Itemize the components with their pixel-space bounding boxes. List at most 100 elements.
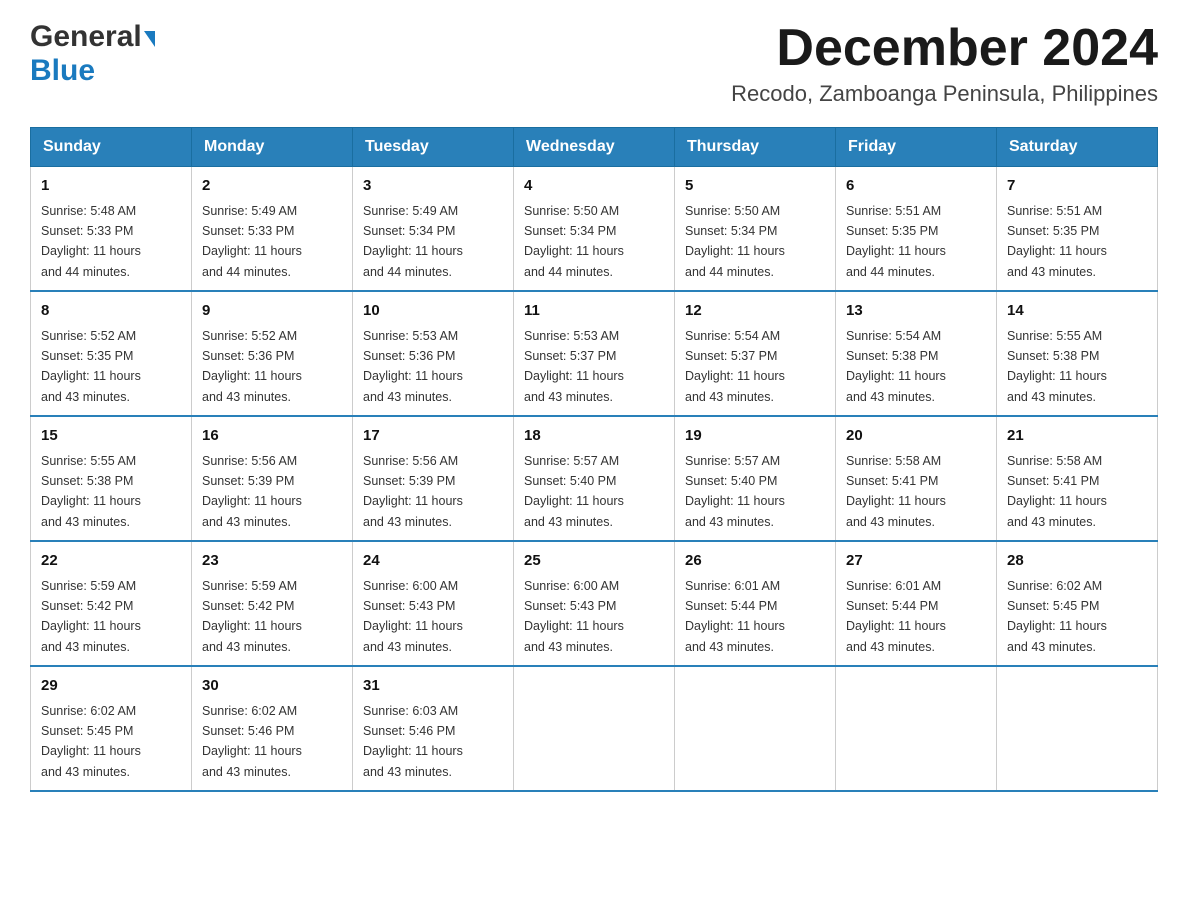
logo-general: General (30, 20, 155, 54)
day-number: 23 (202, 550, 342, 573)
calendar-cell: 19 Sunrise: 5:57 AMSunset: 5:40 PMDaylig… (675, 416, 836, 541)
day-number: 8 (41, 300, 181, 323)
day-number: 26 (685, 550, 825, 573)
logo-blue: Blue (30, 54, 95, 88)
day-number: 6 (846, 175, 986, 198)
calendar-cell: 30 Sunrise: 6:02 AMSunset: 5:46 PMDaylig… (192, 666, 353, 791)
calendar-cell: 11 Sunrise: 5:53 AMSunset: 5:37 PMDaylig… (514, 291, 675, 416)
page-header: General Blue December 2024 Recodo, Zambo… (30, 20, 1158, 107)
day-info: Sunrise: 5:55 AMSunset: 5:38 PMDaylight:… (41, 454, 141, 529)
calendar-cell: 12 Sunrise: 5:54 AMSunset: 5:37 PMDaylig… (675, 291, 836, 416)
day-info: Sunrise: 6:02 AMSunset: 5:45 PMDaylight:… (1007, 579, 1107, 654)
day-info: Sunrise: 5:56 AMSunset: 5:39 PMDaylight:… (363, 454, 463, 529)
day-number: 1 (41, 175, 181, 198)
calendar-cell (675, 666, 836, 791)
location-subtitle: Recodo, Zamboanga Peninsula, Philippines (731, 81, 1158, 107)
calendar-cell (514, 666, 675, 791)
day-info: Sunrise: 6:00 AMSunset: 5:43 PMDaylight:… (524, 579, 624, 654)
day-info: Sunrise: 6:01 AMSunset: 5:44 PMDaylight:… (846, 579, 946, 654)
calendar-cell: 16 Sunrise: 5:56 AMSunset: 5:39 PMDaylig… (192, 416, 353, 541)
calendar-cell: 21 Sunrise: 5:58 AMSunset: 5:41 PMDaylig… (997, 416, 1158, 541)
day-number: 30 (202, 675, 342, 698)
calendar-cell: 13 Sunrise: 5:54 AMSunset: 5:38 PMDaylig… (836, 291, 997, 416)
calendar-cell: 28 Sunrise: 6:02 AMSunset: 5:45 PMDaylig… (997, 541, 1158, 666)
day-number: 14 (1007, 300, 1147, 323)
day-number: 24 (363, 550, 503, 573)
day-number: 7 (1007, 175, 1147, 198)
calendar-cell: 8 Sunrise: 5:52 AMSunset: 5:35 PMDayligh… (31, 291, 192, 416)
day-info: Sunrise: 6:03 AMSunset: 5:46 PMDaylight:… (363, 704, 463, 779)
day-number: 17 (363, 425, 503, 448)
day-info: Sunrise: 5:51 AMSunset: 5:35 PMDaylight:… (1007, 204, 1107, 279)
day-info: Sunrise: 6:00 AMSunset: 5:43 PMDaylight:… (363, 579, 463, 654)
day-header-sunday: Sunday (31, 128, 192, 167)
day-number: 2 (202, 175, 342, 198)
calendar-cell: 24 Sunrise: 6:00 AMSunset: 5:43 PMDaylig… (353, 541, 514, 666)
calendar-week-row: 29 Sunrise: 6:02 AMSunset: 5:45 PMDaylig… (31, 666, 1158, 791)
calendar-cell: 4 Sunrise: 5:50 AMSunset: 5:34 PMDayligh… (514, 167, 675, 292)
day-info: Sunrise: 5:58 AMSunset: 5:41 PMDaylight:… (1007, 454, 1107, 529)
day-info: Sunrise: 5:52 AMSunset: 5:36 PMDaylight:… (202, 329, 302, 404)
day-number: 29 (41, 675, 181, 698)
day-info: Sunrise: 5:53 AMSunset: 5:36 PMDaylight:… (363, 329, 463, 404)
calendar-week-row: 1 Sunrise: 5:48 AMSunset: 5:33 PMDayligh… (31, 167, 1158, 292)
day-info: Sunrise: 5:50 AMSunset: 5:34 PMDaylight:… (524, 204, 624, 279)
day-info: Sunrise: 5:49 AMSunset: 5:34 PMDaylight:… (363, 204, 463, 279)
day-number: 20 (846, 425, 986, 448)
day-number: 15 (41, 425, 181, 448)
calendar-cell: 22 Sunrise: 5:59 AMSunset: 5:42 PMDaylig… (31, 541, 192, 666)
calendar-week-row: 15 Sunrise: 5:55 AMSunset: 5:38 PMDaylig… (31, 416, 1158, 541)
day-header-saturday: Saturday (997, 128, 1158, 167)
calendar-header-row: SundayMondayTuesdayWednesdayThursdayFrid… (31, 128, 1158, 167)
calendar-cell: 2 Sunrise: 5:49 AMSunset: 5:33 PMDayligh… (192, 167, 353, 292)
calendar-cell: 31 Sunrise: 6:03 AMSunset: 5:46 PMDaylig… (353, 666, 514, 791)
day-header-thursday: Thursday (675, 128, 836, 167)
day-header-monday: Monday (192, 128, 353, 167)
day-number: 19 (685, 425, 825, 448)
day-info: Sunrise: 5:51 AMSunset: 5:35 PMDaylight:… (846, 204, 946, 279)
day-info: Sunrise: 5:50 AMSunset: 5:34 PMDaylight:… (685, 204, 785, 279)
day-number: 5 (685, 175, 825, 198)
day-number: 21 (1007, 425, 1147, 448)
day-header-wednesday: Wednesday (514, 128, 675, 167)
day-info: Sunrise: 5:48 AMSunset: 5:33 PMDaylight:… (41, 204, 141, 279)
day-info: Sunrise: 5:59 AMSunset: 5:42 PMDaylight:… (202, 579, 302, 654)
calendar-cell (997, 666, 1158, 791)
day-info: Sunrise: 5:59 AMSunset: 5:42 PMDaylight:… (41, 579, 141, 654)
day-info: Sunrise: 5:52 AMSunset: 5:35 PMDaylight:… (41, 329, 141, 404)
day-info: Sunrise: 5:54 AMSunset: 5:37 PMDaylight:… (685, 329, 785, 404)
day-number: 28 (1007, 550, 1147, 573)
day-number: 11 (524, 300, 664, 323)
calendar-cell: 23 Sunrise: 5:59 AMSunset: 5:42 PMDaylig… (192, 541, 353, 666)
calendar-cell: 9 Sunrise: 5:52 AMSunset: 5:36 PMDayligh… (192, 291, 353, 416)
day-info: Sunrise: 6:01 AMSunset: 5:44 PMDaylight:… (685, 579, 785, 654)
day-info: Sunrise: 5:58 AMSunset: 5:41 PMDaylight:… (846, 454, 946, 529)
calendar-cell: 27 Sunrise: 6:01 AMSunset: 5:44 PMDaylig… (836, 541, 997, 666)
day-number: 27 (846, 550, 986, 573)
calendar-cell (836, 666, 997, 791)
day-number: 31 (363, 675, 503, 698)
calendar-cell: 7 Sunrise: 5:51 AMSunset: 5:35 PMDayligh… (997, 167, 1158, 292)
calendar-cell: 20 Sunrise: 5:58 AMSunset: 5:41 PMDaylig… (836, 416, 997, 541)
calendar-cell: 25 Sunrise: 6:00 AMSunset: 5:43 PMDaylig… (514, 541, 675, 666)
month-year-title: December 2024 (731, 20, 1158, 77)
day-number: 3 (363, 175, 503, 198)
logo: General Blue (30, 20, 155, 88)
day-info: Sunrise: 5:53 AMSunset: 5:37 PMDaylight:… (524, 329, 624, 404)
title-area: December 2024 Recodo, Zamboanga Peninsul… (731, 20, 1158, 107)
day-info: Sunrise: 5:49 AMSunset: 5:33 PMDaylight:… (202, 204, 302, 279)
day-info: Sunrise: 5:57 AMSunset: 5:40 PMDaylight:… (685, 454, 785, 529)
calendar-cell: 3 Sunrise: 5:49 AMSunset: 5:34 PMDayligh… (353, 167, 514, 292)
day-header-friday: Friday (836, 128, 997, 167)
day-number: 25 (524, 550, 664, 573)
day-info: Sunrise: 5:57 AMSunset: 5:40 PMDaylight:… (524, 454, 624, 529)
day-info: Sunrise: 6:02 AMSunset: 5:46 PMDaylight:… (202, 704, 302, 779)
day-number: 22 (41, 550, 181, 573)
calendar-week-row: 8 Sunrise: 5:52 AMSunset: 5:35 PMDayligh… (31, 291, 1158, 416)
calendar-cell: 17 Sunrise: 5:56 AMSunset: 5:39 PMDaylig… (353, 416, 514, 541)
calendar-cell: 26 Sunrise: 6:01 AMSunset: 5:44 PMDaylig… (675, 541, 836, 666)
day-number: 4 (524, 175, 664, 198)
calendar-cell: 10 Sunrise: 5:53 AMSunset: 5:36 PMDaylig… (353, 291, 514, 416)
calendar-cell: 14 Sunrise: 5:55 AMSunset: 5:38 PMDaylig… (997, 291, 1158, 416)
day-number: 12 (685, 300, 825, 323)
